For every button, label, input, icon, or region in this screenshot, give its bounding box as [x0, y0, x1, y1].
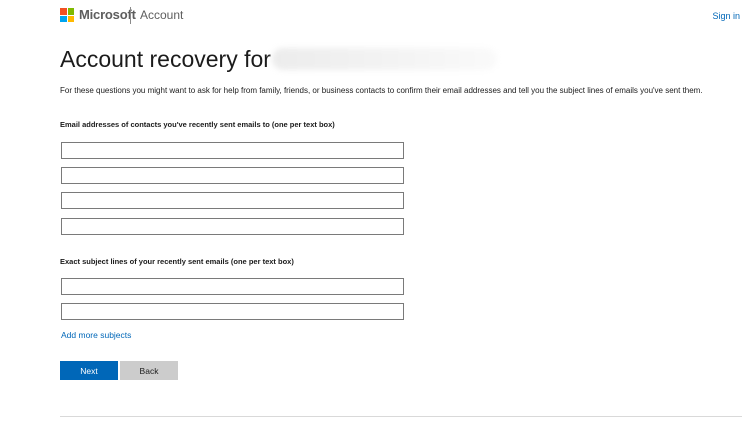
page-title: Account recovery for	[60, 45, 497, 73]
intro-text: For these questions you might want to as…	[60, 86, 703, 95]
add-more-subjects-link[interactable]: Add more subjects	[61, 330, 131, 340]
subject-line-input-1[interactable]	[61, 278, 404, 295]
sign-in-link[interactable]: Sign in	[712, 11, 740, 21]
account-recovery-page: Microsoft Account Sign in Account recove…	[0, 0, 750, 422]
brand-name: Microsoft	[79, 7, 136, 22]
redacted-account-name	[271, 48, 497, 70]
section-name: Account	[140, 8, 184, 22]
page-title-text: Account recovery for	[60, 46, 271, 72]
subject-line-input-2[interactable]	[61, 303, 404, 320]
contact-email-input-3[interactable]	[61, 192, 404, 209]
contact-email-input-4[interactable]	[61, 218, 404, 235]
header: Microsoft Account Sign in	[0, 0, 750, 32]
contact-email-input-2[interactable]	[61, 167, 404, 184]
footer-divider	[60, 416, 742, 417]
back-button[interactable]: Back	[120, 361, 178, 380]
contacts-label: Email addresses of contacts you've recen…	[60, 120, 335, 129]
next-button[interactable]: Next	[60, 361, 118, 380]
microsoft-logo-icon	[60, 8, 74, 22]
contact-email-input-1[interactable]	[61, 142, 404, 159]
subjects-label: Exact subject lines of your recently sen…	[60, 257, 294, 266]
header-divider	[130, 7, 131, 24]
